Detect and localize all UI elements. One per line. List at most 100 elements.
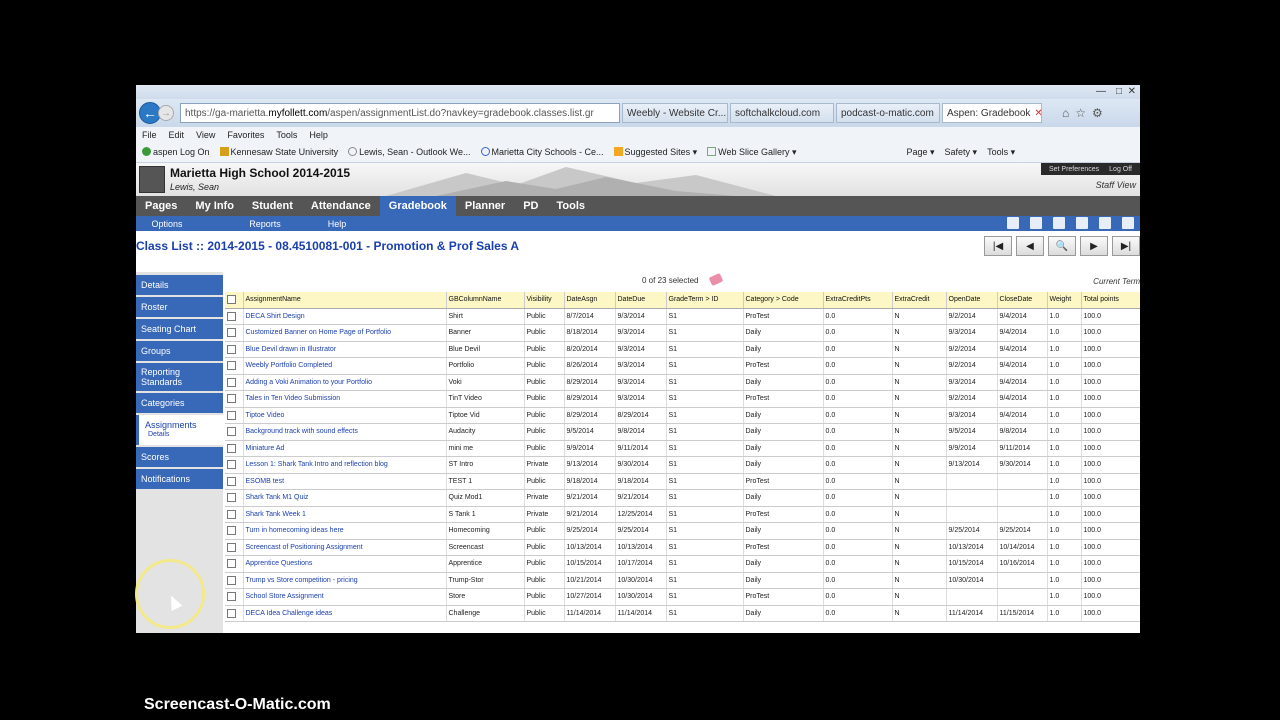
side-roster[interactable]: Roster	[136, 297, 223, 317]
log-off-link[interactable]: Log Off	[1109, 166, 1132, 173]
row-checkbox[interactable]	[227, 344, 236, 354]
row-checkbox[interactable]	[227, 427, 236, 437]
column-header[interactable]: Weight	[1047, 292, 1082, 309]
fav-kennesaw[interactable]: Kennesaw State University	[219, 147, 338, 157]
fav-marietta[interactable]: Marietta City Schools - Ce...	[480, 147, 604, 157]
column-header[interactable]: DateAsgn	[564, 292, 616, 309]
column-header[interactable]: AssignmentName	[243, 292, 447, 309]
nav-pd[interactable]: PD	[514, 196, 547, 216]
assignment-name-link[interactable]: Miniature Ad	[243, 440, 447, 457]
nav-attendance[interactable]: Attendance	[302, 196, 380, 216]
fav-aspen[interactable]: aspen Log On	[142, 147, 210, 157]
row-checkbox[interactable]	[227, 493, 236, 503]
column-header[interactable]: GradeTerm > ID	[666, 292, 744, 309]
column-header[interactable]: ExtraCredit	[892, 292, 947, 309]
assignment-name-link[interactable]: Turn in homecoming ideas here	[243, 522, 447, 540]
row-checkbox[interactable]	[227, 559, 236, 569]
column-header[interactable]: Category > Code	[743, 292, 824, 309]
grid-icon[interactable]	[1030, 217, 1042, 229]
side-seating-chart[interactable]: Seating Chart	[136, 319, 223, 339]
assignment-name-link[interactable]: DECA Idea Challenge ideas	[243, 605, 447, 622]
prev-record-button[interactable]: ◀	[1016, 236, 1044, 256]
print-icon[interactable]	[1099, 217, 1111, 229]
close-tab-icon[interactable]: ✕	[1034, 108, 1041, 119]
row-checkbox[interactable]	[227, 509, 236, 519]
command-page[interactable]: Page ▾	[907, 147, 935, 158]
current-term-label[interactable]: Current Term	[1093, 277, 1140, 286]
nav-my-info[interactable]: My Info	[186, 196, 243, 216]
menu-help[interactable]: Help	[309, 130, 328, 140]
last-record-button[interactable]: ▶|	[1112, 236, 1140, 256]
assignment-name-link[interactable]: Adding a Voki Animation to your Portfoli…	[243, 374, 447, 391]
row-checkbox[interactable]	[227, 460, 236, 470]
tab-weebly[interactable]: Weebly - Website Cr...	[622, 103, 728, 123]
column-header[interactable]: CloseDate	[997, 292, 1048, 309]
subnav-options[interactable]: Options	[136, 219, 198, 229]
row-checkbox[interactable]	[227, 361, 236, 371]
row-checkbox[interactable]	[227, 394, 236, 404]
eraser-icon[interactable]	[708, 272, 724, 287]
nav-gradebook[interactable]: Gradebook	[379, 196, 456, 216]
assignment-name-link[interactable]: Apprentice Questions	[243, 555, 447, 573]
tab-softchalk[interactable]: softchalkcloud.com	[730, 103, 834, 123]
side-notifications[interactable]: Notifications	[136, 469, 223, 489]
row-checkbox[interactable]	[227, 328, 236, 338]
menu-view[interactable]: View	[196, 130, 215, 140]
assignment-name-link[interactable]: School Store Assignment	[243, 588, 447, 606]
assignment-name-link[interactable]: Tiptoe Video	[243, 407, 447, 424]
forward-button[interactable]: →	[158, 105, 174, 121]
fav-outlook[interactable]: Lewis, Sean - Outlook We...	[348, 147, 471, 157]
row-checkbox[interactable]	[227, 410, 236, 420]
menu-edit[interactable]: Edit	[169, 130, 185, 140]
row-checkbox[interactable]	[227, 608, 236, 618]
column-header[interactable]: ExtraCreditPts	[823, 292, 893, 309]
side-details[interactable]: Details	[136, 275, 223, 295]
chart-icon[interactable]	[1076, 217, 1088, 229]
favorites-star-icon[interactable]: ☆	[1075, 106, 1086, 120]
assignment-name-link[interactable]: Weebly Portfolio Completed	[243, 357, 447, 375]
search-icon[interactable]: 🔍	[1048, 236, 1076, 256]
subnav-reports[interactable]: Reports	[234, 219, 296, 229]
select-all-checkbox[interactable]	[227, 295, 236, 305]
menu-tools[interactable]: Tools	[276, 130, 297, 140]
tab-aspen-gradebook[interactable]: Aspen: Gradebook ✕	[942, 103, 1042, 123]
side-assignments[interactable]: Assignments Details	[136, 415, 223, 445]
assignment-name-link[interactable]: Lesson 1: Shark Tank Intro and reflectio…	[243, 456, 447, 474]
nav-pages[interactable]: Pages	[136, 196, 186, 216]
side-scores[interactable]: Scores	[136, 447, 223, 467]
address-bar[interactable]: https://ga-marietta. myfollett.com/aspen/…	[180, 103, 620, 123]
column-header[interactable]: Visibility	[524, 292, 565, 309]
close-button[interactable]: ✕	[1128, 86, 1136, 97]
column-header[interactable]: OpenDate	[946, 292, 998, 309]
assignment-name-link[interactable]: Background track with sound effects	[243, 423, 447, 441]
assignment-name-link[interactable]: Screencast of Positioning Assignment	[243, 539, 447, 556]
next-record-button[interactable]: ▶	[1080, 236, 1108, 256]
nav-tools[interactable]: Tools	[548, 196, 595, 216]
column-header[interactable]: GBColumnName	[446, 292, 525, 309]
tab-podcast[interactable]: podcast-o-matic.com	[836, 103, 940, 123]
assignment-name-link[interactable]: Shark Tank Week 1	[243, 506, 447, 523]
export-icon[interactable]	[1122, 217, 1134, 229]
row-checkbox[interactable]	[227, 443, 236, 453]
row-checkbox[interactable]	[227, 542, 236, 552]
assignment-name-link[interactable]: Blue Devil drawn in Illustrator	[243, 341, 447, 358]
side-groups[interactable]: Groups	[136, 341, 223, 361]
row-checkbox[interactable]	[227, 377, 236, 387]
row-checkbox[interactable]	[227, 476, 236, 486]
home-icon[interactable]: ⌂	[1062, 106, 1069, 120]
fav-suggested[interactable]: Suggested Sites ▾	[613, 146, 697, 158]
menu-favorites[interactable]: Favorites	[227, 130, 264, 140]
assignment-name-link[interactable]: DECA Shirt Design	[243, 308, 447, 325]
first-record-button[interactable]: |◀	[984, 236, 1012, 256]
minimize-button[interactable]: —	[1096, 86, 1106, 97]
row-checkbox[interactable]	[227, 592, 236, 602]
set-preferences-link[interactable]: Set Preferences	[1049, 166, 1099, 173]
nav-student[interactable]: Student	[243, 196, 302, 216]
settings-gear-icon[interactable]: ⚙	[1092, 106, 1103, 120]
side-reporting-standards[interactable]: Reporting Standards	[136, 363, 223, 391]
filter-icon[interactable]	[1007, 217, 1019, 229]
column-header[interactable]: Total points	[1081, 292, 1140, 309]
row-checkbox[interactable]	[227, 526, 236, 536]
assignment-name-link[interactable]: Customized Banner on Home Page of Portfo…	[243, 324, 447, 342]
menu-file[interactable]: File	[142, 130, 157, 140]
